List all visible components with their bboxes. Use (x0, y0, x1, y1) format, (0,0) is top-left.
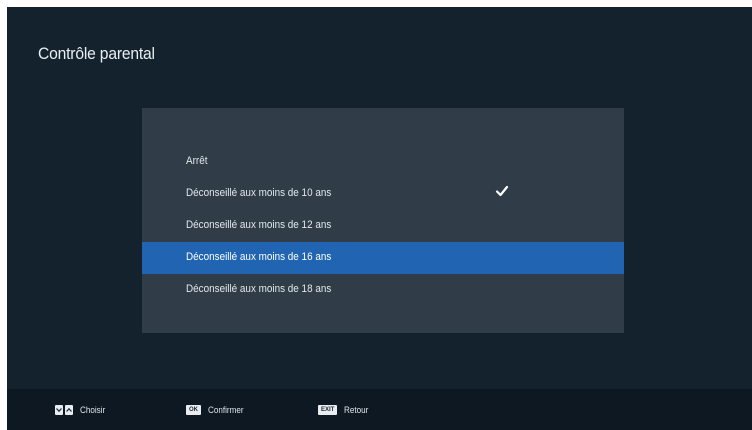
menu-item-label: Déconseillé aux moins de 12 ans (186, 219, 332, 231)
menu-item-label: Déconseillé aux moins de 18 ans (186, 283, 332, 295)
menu-item-under-10[interactable]: Déconseillé aux moins de 10 ans (142, 178, 624, 210)
exit-key-icon: EXIT (318, 405, 338, 415)
arrow-down-icon (55, 405, 63, 415)
ok-key-icon: OK (186, 405, 201, 415)
menu-item-off[interactable]: Arrêt (142, 146, 624, 178)
hint-confirm: OK Confirmer (186, 404, 248, 416)
hint-back: EXIT Retour (318, 404, 371, 416)
tv-screen: Contrôle parental Arrêt Déconseillé aux … (7, 7, 752, 430)
menu-item-under-16[interactable]: Déconseillé aux moins de 16 ans (142, 242, 624, 274)
menu-item-label: Déconseillé aux moins de 16 ans (186, 251, 332, 263)
hint-choose-label: Choisir (80, 405, 106, 415)
page-title: Contrôle parental (38, 44, 155, 63)
arrow-up-icon (65, 405, 73, 415)
parental-control-menu: Arrêt Déconseillé aux moins de 10 ans Dé… (142, 108, 624, 333)
menu-item-under-18[interactable]: Déconseillé aux moins de 18 ans (142, 274, 624, 306)
menu-item-under-12[interactable]: Déconseillé aux moins de 12 ans (142, 210, 624, 242)
hint-back-label: Retour (344, 405, 369, 415)
hint-choose: Choisir (55, 404, 108, 416)
menu-item-label: Arrêt (186, 155, 208, 167)
hint-confirm-label: Confirmer (208, 405, 244, 415)
footer-hints: Choisir OK Confirmer EXIT Retour (7, 389, 752, 430)
menu-item-label: Déconseillé aux moins de 10 ans (186, 187, 332, 199)
checkmark-icon (495, 185, 509, 197)
